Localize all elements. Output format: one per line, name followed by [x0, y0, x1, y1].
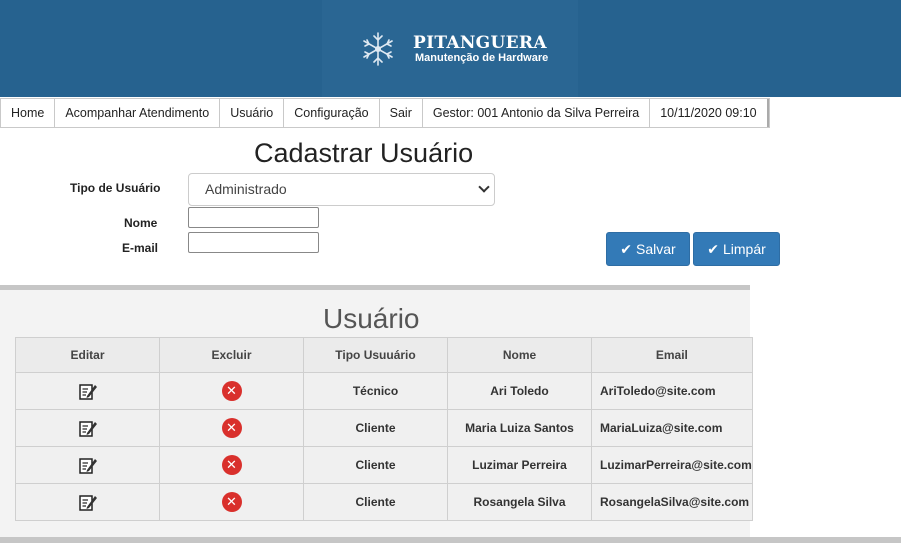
page-title: Cadastrar Usuário: [254, 138, 474, 168]
email-cell: LuzimarPerreira@site.com: [591, 446, 753, 484]
email-cell: AriToledo@site.com: [591, 372, 753, 410]
column-header-excluir: Excluir: [159, 337, 304, 373]
nome-cell: Luzimar Perreira: [447, 446, 592, 484]
check-icon: ✔: [620, 240, 633, 257]
delete-cell: ✕: [159, 483, 304, 521]
snowflake-icon: [363, 32, 393, 66]
table-header-row: Editar Excluir Tipo Usuuário Nome Email: [15, 337, 753, 373]
nome-field[interactable]: [188, 207, 319, 228]
tipo-usuario-label: Tipo de Usuário: [70, 181, 161, 195]
nome-cell: Ari Toledo: [447, 372, 592, 410]
clear-button-label: Limpár: [722, 241, 766, 257]
nome-cell: Rosangela Silva: [447, 483, 592, 521]
tipo-cell: Cliente: [303, 409, 448, 447]
tipo-cell: Técnico: [303, 372, 448, 410]
column-header-email: Email: [591, 337, 753, 373]
edit-icon[interactable]: [78, 492, 98, 512]
tipo-cell: Cliente: [303, 446, 448, 484]
users-table: Editar Excluir Tipo Usuuário Nome Email …: [15, 337, 753, 521]
delete-cell: ✕: [159, 409, 304, 447]
save-button-label: Salvar: [636, 241, 676, 257]
delete-icon[interactable]: ✕: [221, 418, 242, 438]
column-header-editar: Editar: [15, 337, 160, 373]
table-row: ✕ Técnico Ari Toledo AriToledo@site.com: [15, 372, 753, 410]
nav-acompanhar-atendimento[interactable]: Acompanhar Atendimento: [55, 99, 221, 127]
delete-icon[interactable]: ✕: [221, 381, 242, 401]
email-cell: MariaLuiza@site.com: [591, 409, 753, 447]
nav-sair[interactable]: Sair: [380, 99, 423, 127]
nome-cell: Maria Luiza Santos: [447, 409, 592, 447]
clear-button[interactable]: ✔ Limpár: [693, 232, 780, 266]
delete-icon[interactable]: ✕: [221, 492, 242, 512]
delete-cell: ✕: [159, 446, 304, 484]
edit-icon[interactable]: [78, 455, 98, 475]
brand-subtitle: Manutenção de Hardware: [415, 52, 549, 64]
tipo-usuario-select[interactable]: Administrado: [188, 173, 495, 206]
brand-name: PITANGUERA: [413, 33, 547, 53]
delete-icon[interactable]: ✕: [221, 455, 242, 475]
email-label: E-mail: [122, 241, 159, 255]
nav-gestor-info: Gestor: 001 Antonio da Silva Perreira: [423, 99, 651, 127]
email-field[interactable]: [188, 232, 319, 253]
nav-configuracao[interactable]: Configuração: [284, 99, 380, 127]
email-cell: RosangelaSilva@site.com: [591, 483, 753, 521]
nav-home[interactable]: Home: [1, 99, 56, 127]
section-divider-bottom: [0, 537, 901, 543]
save-button[interactable]: ✔ Salvar: [606, 232, 690, 266]
edit-icon[interactable]: [78, 381, 98, 401]
nav-bar: Home Acompanhar Atendimento Usuário Conf…: [0, 98, 770, 128]
edit-cell: [15, 409, 160, 447]
edit-cell: [15, 446, 160, 484]
nav-usuario[interactable]: Usuário: [220, 99, 285, 127]
tipo-usuario-value: Administrado: [205, 181, 287, 197]
delete-cell: ✕: [159, 372, 304, 410]
column-header-tipo: Tipo Usuuário: [303, 337, 448, 373]
tipo-cell: Cliente: [303, 483, 448, 521]
edit-icon[interactable]: [78, 418, 98, 438]
edit-cell: [15, 483, 160, 521]
table-row: ✕ Cliente Luzimar Perreira LuzimarPerrei…: [15, 446, 753, 484]
table-row: ✕ Cliente Maria Luiza Santos MariaLuiza@…: [15, 409, 753, 447]
nome-label: Nome: [124, 216, 158, 230]
table-row: ✕ Cliente Rosangela Silva RosangelaSilva…: [15, 483, 753, 521]
nav-datetime: 10/11/2020 09:10: [650, 99, 769, 127]
edit-cell: [15, 372, 160, 410]
users-section-title: Usuário: [323, 303, 420, 334]
check-icon: ✔: [707, 240, 719, 257]
chevron-down-icon: [478, 181, 490, 193]
column-header-nome: Nome: [447, 337, 592, 373]
